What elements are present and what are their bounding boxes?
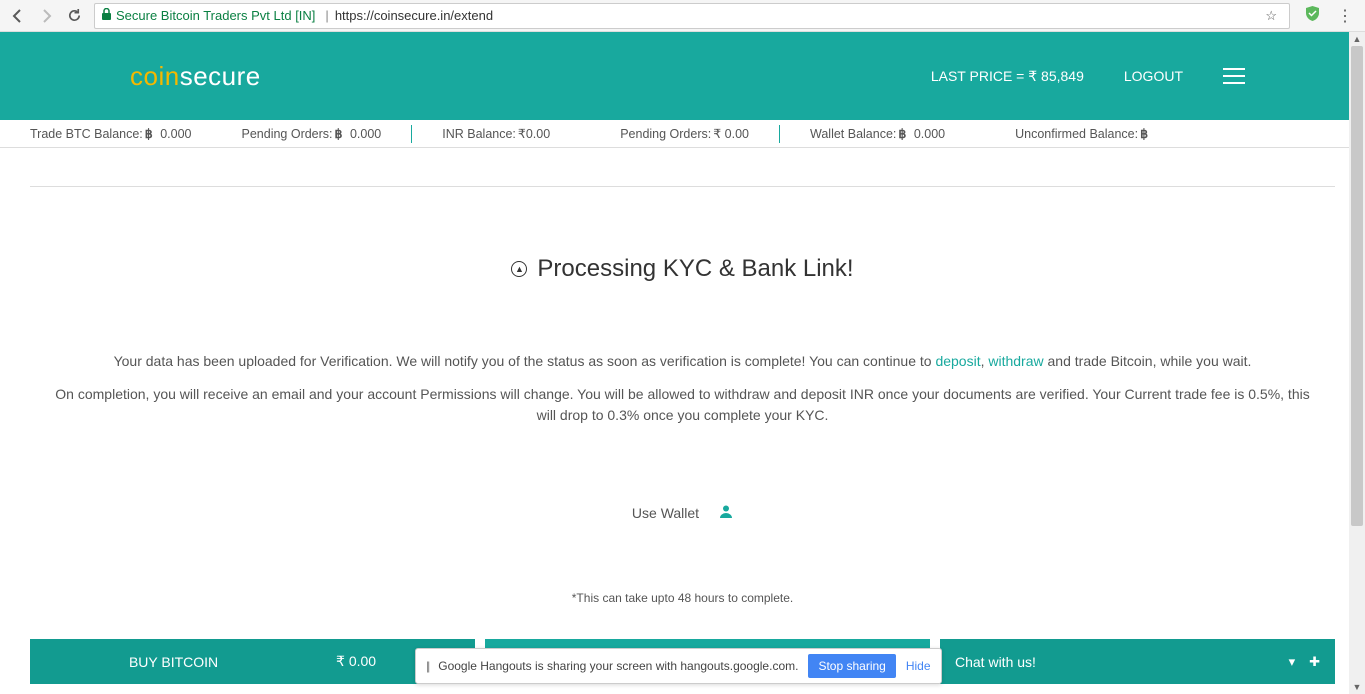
logo-part-coin: coin [130,61,180,91]
deposit-link[interactable]: deposit [935,353,980,369]
browser-toolbar: Secure Bitcoin Traders Pvt Ltd [IN] | ht… [0,0,1365,32]
balance-separator [411,125,412,143]
bookmark-star-icon[interactable]: ☆ [1259,8,1283,24]
scroll-down-icon[interactable]: ▼ [1349,680,1365,694]
bitcoin-icon: ฿ [145,126,153,141]
unconfirmed-balance: Unconfirmed Balance: ฿ [1015,126,1148,141]
user-icon[interactable] [719,504,733,521]
hide-sharing-link[interactable]: Hide [906,659,931,673]
wallet-balance: Wallet Balance: ฿ 0.000 [810,126,945,141]
kyc-paragraph-1: Your data has been uploaded for Verifica… [30,351,1335,372]
secure-origin-label: Secure Bitcoin Traders Pvt Ltd [IN] [116,8,315,23]
chat-widget[interactable]: Chat with us! ▾ ✚ [940,639,1335,684]
kyc-paragraph-2: On completion, you will receive an email… [30,384,1335,426]
stop-sharing-button[interactable]: Stop sharing [808,654,895,678]
buy-bitcoin-button[interactable]: BUY BITCOIN₹ 0.00 [30,639,475,684]
url-text: https://coinsecure.in/extend [335,8,493,23]
sharing-text: Google Hangouts is sharing your screen w… [438,659,798,673]
logout-link[interactable]: LOGOUT [1124,68,1183,84]
menu-hamburger-icon[interactable] [1223,68,1245,84]
kyc-heading: ▲ Processing KYC & Bank Link! [511,255,853,283]
browser-menu-icon[interactable]: ⋮ [1337,6,1353,26]
screen-sharing-banner: || Google Hangouts is sharing your scree… [415,648,942,684]
bitcoin-icon: ฿ [1140,126,1148,141]
trade-btc-balance: Trade BTC Balance: ฿ 0.000 [30,126,192,141]
url-separator: | [325,8,328,23]
lock-icon [101,8,112,24]
pending-orders-btc: Pending Orders: ฿ 0.000 [242,126,382,141]
scrollbar[interactable]: ▲ ▼ [1349,32,1365,694]
scroll-thumb[interactable] [1351,46,1363,526]
inr-balance: INR Balance: ₹0.00 [442,126,550,141]
scroll-up-icon[interactable]: ▲ [1349,32,1365,46]
extension-shield-icon[interactable] [1304,5,1321,27]
header-right: LAST PRICE = ₹ 85,849 LOGOUT [931,68,1245,85]
balance-bar: Trade BTC Balance: ฿ 0.000 Pending Order… [0,120,1365,148]
logo-part-secure: secure [180,61,261,91]
alert-icon: ▲ [511,261,527,277]
back-button[interactable] [4,2,32,30]
use-wallet-row: Use Wallet [30,504,1335,521]
pending-orders-inr: Pending Orders: ₹ 0.00 [620,126,749,141]
bitcoin-icon: ฿ [335,126,343,141]
withdraw-link[interactable]: withdraw [988,353,1043,369]
address-bar[interactable]: Secure Bitcoin Traders Pvt Ltd [IN] | ht… [94,3,1290,29]
balance-separator [779,125,780,143]
pause-icon: || [426,659,428,673]
bitcoin-icon: ฿ [898,126,906,141]
chat-collapse-icon[interactable]: ▾ [1289,654,1296,670]
use-wallet-link[interactable]: Use Wallet [632,505,699,521]
chat-expand-icon[interactable]: ✚ [1309,654,1320,670]
main-content: ▲ Processing KYC & Bank Link! Your data … [0,186,1365,605]
kyc-note: *This can take upto 48 hours to complete… [30,591,1335,605]
forward-button[interactable] [32,2,60,30]
site-header: coinsecure LAST PRICE = ₹ 85,849 LOGOUT [0,32,1365,120]
last-price: LAST PRICE = ₹ 85,849 [931,68,1084,85]
reload-button[interactable] [60,2,88,30]
logo[interactable]: coinsecure [130,61,261,92]
